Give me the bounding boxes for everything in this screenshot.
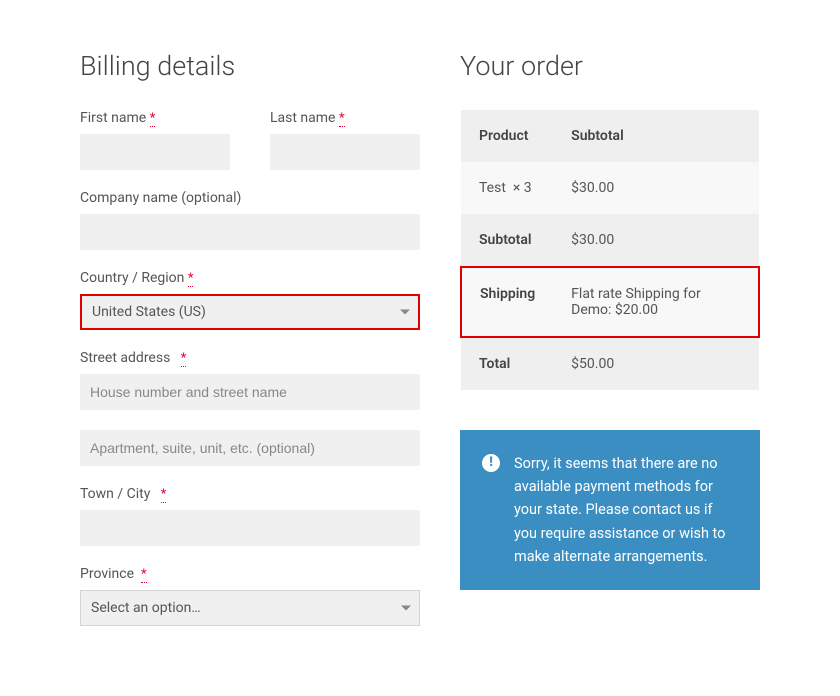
order-header-product: Product (461, 110, 553, 162)
chevron-down-icon (400, 310, 410, 315)
last-name-input[interactable] (270, 134, 420, 170)
required-marker: * (339, 111, 345, 127)
line-item-total: $30.00 (553, 162, 759, 214)
total-value: $50.00 (553, 337, 759, 390)
order-subtotal-row: Subtotal $30.00 (461, 214, 759, 267)
payment-notice: ! Sorry, it seems that there are no avai… (460, 430, 760, 590)
subtotal-label: Subtotal (461, 214, 553, 267)
company-input[interactable] (80, 214, 420, 250)
last-name-label: Last name * (270, 110, 420, 126)
street-label: Street address * (80, 350, 420, 366)
country-select[interactable]: United States (US) (80, 294, 420, 330)
required-marker: * (141, 567, 147, 583)
province-label: Province * (80, 566, 420, 582)
city-input[interactable] (80, 510, 420, 546)
order-total-row: Total $50.00 (461, 337, 759, 390)
company-label: Company name (optional) (80, 190, 420, 206)
required-marker: * (150, 111, 156, 127)
shipping-value: Flat rate Shipping for Demo: $20.00 (553, 267, 759, 337)
order-title: Your order (460, 50, 760, 82)
order-summary-table: Product Subtotal Test × 3 $30.00 Subtota… (460, 110, 760, 390)
order-shipping-row: Shipping Flat rate Shipping for Demo: $2… (461, 267, 759, 337)
province-placeholder: Select an option… (91, 600, 201, 616)
billing-title: Billing details (80, 50, 420, 82)
required-marker: * (161, 487, 167, 503)
order-header-subtotal: Subtotal (553, 110, 759, 162)
required-marker: * (188, 271, 194, 287)
province-select[interactable]: Select an option… (80, 590, 420, 626)
street-address-2-input[interactable] (80, 430, 420, 466)
line-item-qty: × 3 (513, 180, 532, 196)
order-line-item: Test × 3 $30.00 (461, 162, 759, 214)
country-selected-value: United States (US) (92, 304, 206, 320)
shipping-label: Shipping (461, 267, 553, 337)
city-label: Town / City * (80, 486, 420, 502)
line-item-name: Test (479, 180, 506, 196)
country-label: Country / Region * (80, 270, 420, 286)
info-icon: ! (482, 454, 500, 472)
notice-text: Sorry, it seems that there are no availa… (514, 452, 738, 568)
first-name-input[interactable] (80, 134, 230, 170)
subtotal-value: $30.00 (553, 214, 759, 267)
street-address-1-input[interactable] (80, 374, 420, 410)
chevron-down-icon (401, 606, 411, 611)
total-label: Total (461, 337, 553, 390)
first-name-label: First name * (80, 110, 230, 126)
required-marker: * (181, 351, 187, 367)
